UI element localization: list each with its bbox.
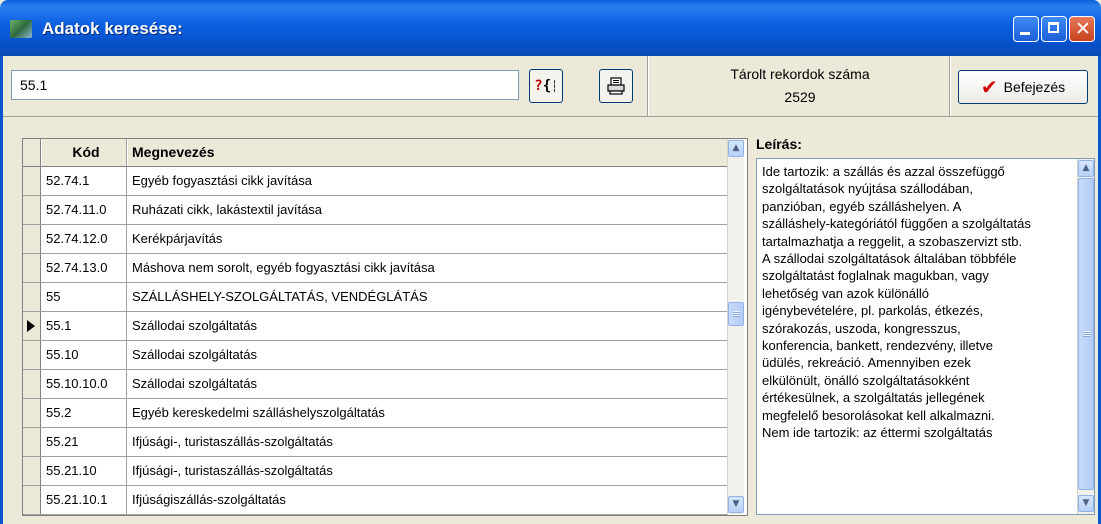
cell-code[interactable]: 55.10.10.0 xyxy=(42,370,127,398)
row-indicator[interactable] xyxy=(23,399,41,427)
cell-name[interactable]: SZÁLLÁSHELY-SZOLGÁLTATÁS, VENDÉGLÁTÁS xyxy=(128,283,727,311)
close-button[interactable]: ✕ xyxy=(1069,16,1095,42)
cell-name[interactable]: Egyéb kereskedelmi szálláshelyszolgáltat… xyxy=(128,399,727,427)
scroll-down-button[interactable]: ▼ xyxy=(728,496,744,513)
row-indicator[interactable] xyxy=(23,341,41,369)
table-row[interactable]: 52.74.11.0 Ruházati cikk, lakástextil jav… xyxy=(23,196,727,225)
checkmark-icon: ✔ xyxy=(980,75,998,99)
help-button[interactable]: ?{┆ xyxy=(529,69,563,103)
minimize-button[interactable] xyxy=(1013,16,1039,42)
row-indicator[interactable] xyxy=(23,370,41,398)
cell-name[interactable]: Ifjúsági-, turistaszállás-szolgáltatás xyxy=(128,428,727,456)
cell-code[interactable]: 55.21.10.1 xyxy=(42,486,127,514)
cell-name[interactable]: Ruházati cikk, lakástextil javítása xyxy=(128,196,727,224)
cell-code[interactable]: 55 xyxy=(42,283,127,311)
cell-code[interactable]: 55.21.10 xyxy=(42,457,127,485)
table-row[interactable]: 55.10 Szállodai szolgáltatás xyxy=(23,341,727,370)
cell-code[interactable]: 52.74.1 xyxy=(42,167,127,195)
search-panel: ?{┆ Tárolt rekordok száma 2529 ✔ Befejez… xyxy=(3,56,1098,117)
app-icon xyxy=(10,20,32,38)
table-row[interactable]: 52.74.12.0 Kerékpárjavítás xyxy=(23,225,727,254)
records-count: 2529 xyxy=(784,89,816,105)
close-icon: ✕ xyxy=(1075,18,1091,40)
cell-code[interactable]: 55.1 xyxy=(42,312,127,340)
cell-name[interactable]: Ifjúsági-, turistaszállás-szolgáltatás xyxy=(128,457,727,485)
row-indicator[interactable] xyxy=(23,283,41,311)
print-button[interactable] xyxy=(599,69,633,103)
scroll-up-button[interactable]: ▲ xyxy=(1078,160,1094,177)
finish-button-label: Befejezés xyxy=(1003,79,1066,95)
scroll-thumb[interactable] xyxy=(1078,178,1094,490)
row-indicator[interactable] xyxy=(23,167,41,195)
cell-code[interactable]: 55.2 xyxy=(42,399,127,427)
table-row[interactable]: 55.21 Ifjúsági-, turistaszállás-szolgálta… xyxy=(23,428,727,457)
printer-icon xyxy=(607,77,625,95)
panel-divider xyxy=(949,56,950,116)
search-input[interactable] xyxy=(11,70,519,100)
description-text: Ide tartozik: a szállás és azzal összefü… xyxy=(762,164,1031,441)
cell-name[interactable]: Szállodai szolgáltatás xyxy=(128,341,727,369)
scroll-up-button[interactable]: ▲ xyxy=(728,140,744,157)
help-code-icon: ?{┆ xyxy=(534,78,558,94)
row-indicator[interactable] xyxy=(23,312,41,340)
row-indicator-header xyxy=(23,139,41,166)
row-indicator[interactable] xyxy=(23,225,41,253)
row-indicator[interactable] xyxy=(23,428,41,456)
cell-code[interactable]: 55.10 xyxy=(42,341,127,369)
maximize-button[interactable] xyxy=(1041,16,1067,42)
window-title: Adatok keresése: xyxy=(42,19,183,38)
cell-name[interactable]: Egyéb fogyasztási cikk javítása xyxy=(128,167,727,195)
row-indicator[interactable] xyxy=(23,486,41,514)
cell-code[interactable]: 52.74.11.0 xyxy=(42,196,127,224)
title-bar[interactable]: Adatok keresése: ✕ xyxy=(0,0,1101,56)
grid-header-row: Kód Megnevezés xyxy=(23,139,727,167)
table-row[interactable]: 52.74.1 Egyéb fogyasztási cikk javítása xyxy=(23,167,727,196)
row-indicator[interactable] xyxy=(23,196,41,224)
results-grid[interactable]: Kód Megnevezés 52.74.1 Egyéb fogyasztási … xyxy=(22,138,748,516)
grip-icon xyxy=(1083,331,1090,337)
finish-button[interactable]: ✔ Befejezés xyxy=(958,70,1088,104)
table-row[interactable]: 55 SZÁLLÁSHELY-SZOLGÁLTATÁS, VENDÉGLÁTÁS xyxy=(23,283,727,312)
table-row[interactable]: 55.10.10.0 Szállodai szolgáltatás xyxy=(23,370,727,399)
cell-code[interactable]: 55.21 xyxy=(42,428,127,456)
records-label: Tárolt rekordok száma xyxy=(730,66,870,82)
table-row[interactable]: 55.21.10.1 Ifjúságiszállás-szolgáltatás xyxy=(23,486,727,515)
description-scrollbar[interactable]: ▲ ▼ xyxy=(1077,159,1094,514)
grid-scrollbar[interactable]: ▲ ▼ xyxy=(727,139,744,515)
cell-code[interactable]: 52.74.12.0 xyxy=(42,225,127,253)
scroll-down-button[interactable]: ▼ xyxy=(1078,495,1094,512)
cell-name[interactable]: Máshova nem sorolt, egyéb fogyasztási ci… xyxy=(128,254,727,282)
grip-icon xyxy=(733,311,740,317)
cell-name[interactable]: Szállodai szolgáltatás xyxy=(128,312,727,340)
scroll-thumb[interactable] xyxy=(728,302,744,326)
table-row[interactable]: 55.1 Szállodai szolgáltatás xyxy=(23,312,727,341)
cell-name[interactable]: Szállodai szolgáltatás xyxy=(128,370,727,398)
cell-name[interactable]: Kerékpárjavítás xyxy=(128,225,727,253)
column-header-code[interactable]: Kód xyxy=(42,139,127,166)
cell-name[interactable]: Ifjúságiszállás-szolgáltatás xyxy=(128,486,727,514)
cell-code[interactable]: 52.74.13.0 xyxy=(42,254,127,282)
current-row-arrow-icon xyxy=(27,320,35,332)
table-row[interactable]: 55.21.10 Ifjúsági-, turistaszállás-szolgá… xyxy=(23,457,727,486)
panel-divider xyxy=(647,56,648,116)
row-indicator[interactable] xyxy=(23,457,41,485)
description-label: Leírás: xyxy=(756,136,802,152)
column-header-name[interactable]: Megnevezés xyxy=(128,139,727,166)
table-row[interactable]: 52.74.13.0 Máshova nem sorolt, egyéb fogy… xyxy=(23,254,727,283)
row-indicator[interactable] xyxy=(23,254,41,282)
description-box[interactable]: Ide tartozik: a szállás és azzal összefü… xyxy=(756,158,1095,515)
table-row[interactable]: 55.2 Egyéb kereskedelmi szálláshelyszolgá… xyxy=(23,399,727,428)
